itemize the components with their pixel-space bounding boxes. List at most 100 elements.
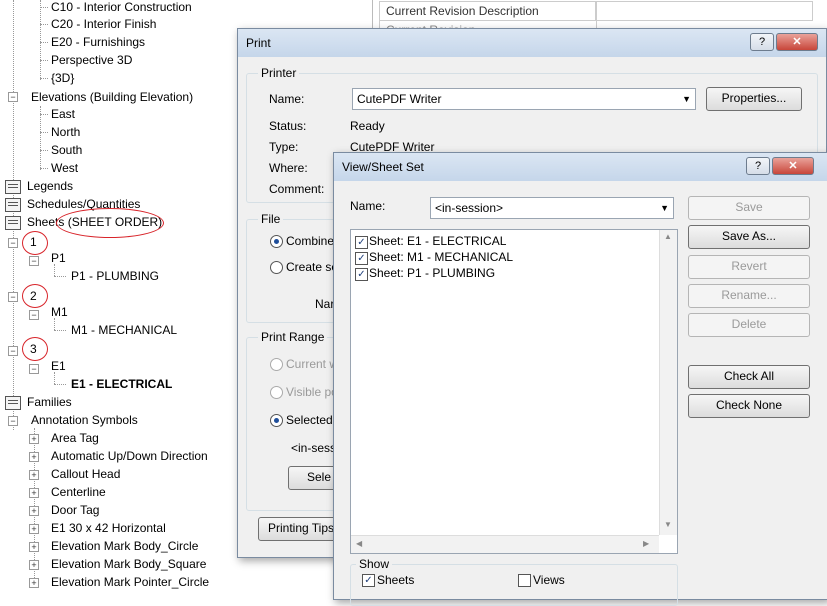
expand-icon[interactable]: + bbox=[29, 506, 39, 516]
check-all-button[interactable]: Check All bbox=[688, 365, 810, 389]
collapse-icon[interactable]: − bbox=[29, 364, 39, 374]
tree-item[interactable]: South bbox=[51, 141, 82, 159]
list-item[interactable]: Sheet: P1 - PLUMBING bbox=[369, 266, 495, 280]
tree-item[interactable]: Callout Head bbox=[51, 465, 120, 483]
tree-item-elevations[interactable]: Elevations (Building Elevation) bbox=[31, 88, 193, 106]
print-dialog-title: Print bbox=[238, 29, 826, 57]
show-sheets-label: Sheets bbox=[377, 573, 415, 587]
red-annotation-circle bbox=[22, 231, 48, 255]
horizontal-scrollbar[interactable]: ◀ ▶ bbox=[351, 535, 659, 553]
current-window-radio[interactable] bbox=[270, 358, 283, 371]
expand-icon[interactable]: + bbox=[29, 578, 39, 588]
where-label: Where: bbox=[269, 161, 308, 175]
families-icon bbox=[5, 396, 21, 410]
tree-item-sheet[interactable]: P1 - PLUMBING bbox=[71, 267, 159, 285]
property-value[interactable] bbox=[595, 1, 813, 21]
collapse-icon[interactable]: − bbox=[29, 310, 39, 320]
tree-item[interactable]: Area Tag bbox=[51, 429, 99, 447]
tree-item[interactable]: East bbox=[51, 105, 75, 123]
properties-table: Current Revision Description Current Rev… bbox=[372, 0, 827, 40]
tree-item-sheet-active[interactable]: E1 - ELECTRICAL bbox=[71, 375, 172, 393]
help-button[interactable]: ? bbox=[750, 33, 774, 51]
list-item[interactable]: Sheet: E1 - ELECTRICAL bbox=[369, 234, 506, 248]
tree-item[interactable]: North bbox=[51, 123, 80, 141]
set-name-select[interactable]: <in-session> ▼ bbox=[430, 197, 674, 219]
show-sheets-checkbox[interactable]: ✓ bbox=[362, 574, 375, 587]
list-item[interactable]: Sheet: M1 - MECHANICAL bbox=[369, 250, 513, 264]
sheets-icon bbox=[5, 216, 21, 230]
expand-icon[interactable]: + bbox=[29, 452, 39, 462]
sheet-checkbox[interactable]: ✓ bbox=[355, 252, 368, 265]
tree-item[interactable]: Elevation Mark Body_Circle bbox=[51, 537, 198, 555]
tree-item[interactable]: Perspective 3D bbox=[51, 51, 132, 69]
view-sheet-list[interactable]: ✓ Sheet: E1 - ELECTRICAL ✓ Sheet: M1 - M… bbox=[350, 229, 678, 554]
expand-icon[interactable]: + bbox=[29, 470, 39, 480]
red-annotation-circle bbox=[56, 208, 164, 238]
tree-item[interactable]: E1 30 x 42 Horizontal bbox=[51, 519, 166, 537]
printer-name-select[interactable]: CutePDF Writer ▼ bbox=[352, 88, 696, 110]
scroll-left-icon[interactable]: ◀ bbox=[356, 539, 362, 548]
dialog-title: Print bbox=[246, 36, 271, 50]
schedules-icon bbox=[5, 198, 21, 212]
current-window-label: Current w bbox=[286, 357, 339, 371]
save-as-button[interactable]: Save As... bbox=[688, 225, 810, 249]
sheet-checkbox[interactable]: ✓ bbox=[355, 236, 368, 249]
scroll-down-icon[interactable]: ▼ bbox=[664, 520, 672, 529]
tree-item[interactable]: Centerline bbox=[51, 483, 106, 501]
help-button[interactable]: ? bbox=[746, 157, 770, 175]
expand-icon[interactable]: + bbox=[29, 560, 39, 570]
revert-button[interactable]: Revert bbox=[688, 255, 810, 279]
collapse-icon[interactable]: − bbox=[8, 92, 18, 102]
printing-tips-button[interactable]: Printing Tips bbox=[258, 517, 344, 541]
create-separate-label: Create se bbox=[286, 260, 339, 274]
collapse-icon[interactable]: − bbox=[8, 238, 18, 248]
collapse-icon[interactable]: − bbox=[29, 256, 39, 266]
type-label: Type: bbox=[269, 140, 299, 154]
expand-icon[interactable]: + bbox=[29, 434, 39, 444]
rename-button[interactable]: Rename... bbox=[688, 284, 810, 308]
tree-item-families[interactable]: Families bbox=[27, 393, 72, 411]
tree-item[interactable]: Elevation Mark Pointer_Circle bbox=[51, 573, 209, 591]
printer-name-label: Name: bbox=[269, 92, 305, 106]
expand-icon[interactable]: + bbox=[29, 488, 39, 498]
scroll-right-icon[interactable]: ▶ bbox=[643, 539, 649, 548]
show-views-checkbox[interactable] bbox=[518, 574, 531, 587]
tree-item[interactable]: C10 - Interior Construction bbox=[51, 0, 192, 16]
dialog-title: View/Sheet Set bbox=[342, 160, 424, 174]
tree-item[interactable]: E20 - Furnishings bbox=[51, 33, 145, 51]
expand-icon[interactable]: + bbox=[29, 542, 39, 552]
tree-item-annotation-symbols[interactable]: Annotation Symbols bbox=[31, 411, 138, 429]
close-button[interactable]: ✕ bbox=[772, 157, 814, 175]
combine-radio[interactable] bbox=[270, 235, 283, 248]
tree-item[interactable]: Automatic Up/Down Direction bbox=[51, 447, 208, 465]
tree-item[interactable]: Door Tag bbox=[51, 501, 99, 519]
tree-item-legends[interactable]: Legends bbox=[27, 177, 73, 195]
property-name: Current Revision Description bbox=[379, 1, 597, 21]
tree-item-sheet[interactable]: M1 - MECHANICAL bbox=[71, 321, 177, 339]
tree-item[interactable]: {3D} bbox=[51, 69, 74, 87]
selected-views-radio[interactable] bbox=[270, 414, 283, 427]
comment-label: Comment: bbox=[269, 182, 325, 196]
tree-item[interactable]: C20 - Interior Finish bbox=[51, 15, 156, 33]
print-range-group-label: Print Range bbox=[258, 330, 328, 344]
collapse-icon[interactable]: − bbox=[8, 346, 18, 356]
view-sheet-set-dialog: View/Sheet Set ? ✕ Name: <in-session> ▼ ✓… bbox=[333, 152, 827, 606]
vertical-scrollbar[interactable]: ▲ ▼ bbox=[659, 230, 677, 535]
collapse-icon[interactable]: − bbox=[8, 416, 18, 426]
dropdown-arrow-icon: ▼ bbox=[682, 94, 691, 104]
close-button[interactable]: ✕ bbox=[776, 33, 818, 51]
set-name-label: Name: bbox=[350, 199, 386, 213]
visible-portion-radio[interactable] bbox=[270, 386, 283, 399]
printer-name-value: CutePDF Writer bbox=[357, 92, 442, 106]
check-none-button[interactable]: Check None bbox=[688, 394, 810, 418]
properties-button[interactable]: Properties... bbox=[706, 87, 802, 111]
tree-item[interactable]: West bbox=[51, 159, 78, 177]
expand-icon[interactable]: + bbox=[29, 524, 39, 534]
save-button[interactable]: Save bbox=[688, 196, 810, 220]
collapse-icon[interactable]: − bbox=[8, 292, 18, 302]
create-separate-radio[interactable] bbox=[270, 261, 283, 274]
sheet-checkbox[interactable]: ✓ bbox=[355, 268, 368, 281]
scroll-up-icon[interactable]: ▲ bbox=[664, 232, 672, 241]
delete-button[interactable]: Delete bbox=[688, 313, 810, 337]
tree-item[interactable]: Elevation Mark Body_Square bbox=[51, 555, 206, 573]
